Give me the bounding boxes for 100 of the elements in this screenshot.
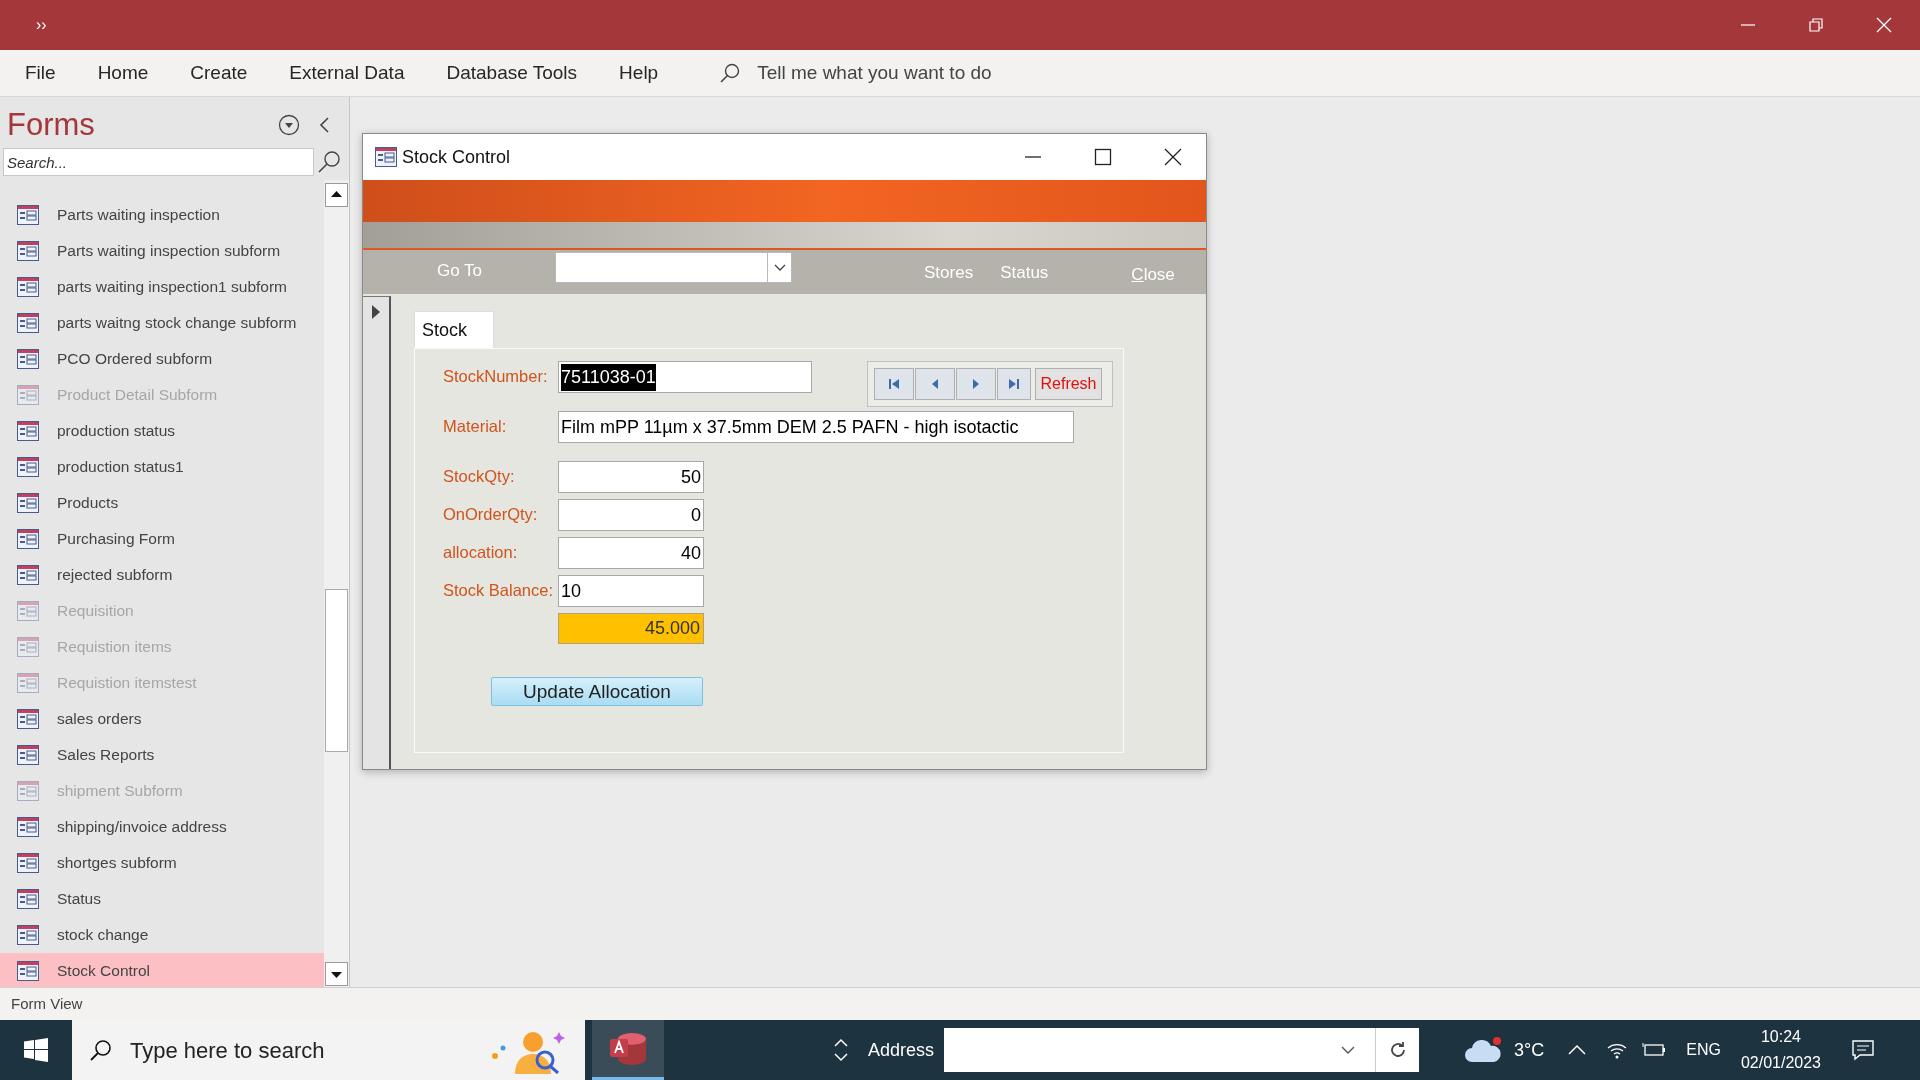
form-icon [17,817,39,837]
ribbon-tab[interactable]: External Data [268,50,426,96]
windows-logo-icon[interactable] [24,1038,48,1062]
form-icon [17,853,39,873]
field-label: allocation: [442,542,519,563]
dropdown-circle-icon[interactable] [278,114,300,136]
field-label: OnOrderQty: [442,504,539,525]
nav-item[interactable]: Parts waiting inspection subform [0,233,324,269]
record-selector[interactable] [363,296,391,769]
ribbon-tab[interactable]: Home [76,50,170,96]
form-icon [17,889,39,909]
last-record-icon [1006,376,1022,392]
chevron-up-icon[interactable] [1568,1044,1587,1056]
search-icon [90,1039,112,1061]
record-nav-button[interactable] [915,368,955,400]
form-icon [17,277,39,297]
nav-item[interactable]: Purchasing Form [0,521,324,557]
maximize-icon[interactable] [1094,148,1112,166]
form-icon [17,313,39,333]
field-label: StockNumber: [442,366,549,387]
address-field[interactable] [944,1028,1420,1072]
form-icon [17,493,39,513]
first-record-icon [886,376,902,392]
form-tab[interactable]: Stock [414,311,494,348]
form-icon [17,241,39,261]
search-icon [719,62,742,84]
search-field[interactable]: Search... [3,148,314,176]
nav-item[interactable]: production status [0,413,324,449]
nav-item[interactable]: Products [0,485,324,521]
nav-item[interactable]: sales orders [0,701,324,737]
form-icon [375,147,397,167]
form-icon [17,457,39,477]
chevron-down-icon [773,263,786,272]
close-icon[interactable] [1164,148,1182,166]
ribbon-tab[interactable]: Help [598,50,680,96]
restore-icon[interactable] [1808,17,1824,33]
form-icon [17,421,39,441]
form-icon [17,601,39,621]
pane-title: Forms [7,105,96,144]
quick-access-toggle[interactable]: ›› [36,13,47,37]
nav-item[interactable]: Sales Reports [0,737,324,773]
nav-item[interactable]: shipping/invoice address [0,809,324,845]
update-allocation-button[interactable]: Update Allocation [491,677,703,706]
form-icon [17,349,39,369]
field-input[interactable]: 50 [558,461,704,493]
form-icon [17,745,39,765]
taskbar-search-field[interactable]: Type here to search [72,1020,585,1080]
play-icon [372,305,380,319]
form-icon [17,961,39,981]
nav-item[interactable]: parts waiting inspection1 subform [0,269,324,305]
address-label: Address [868,1038,935,1062]
status-text: Form View [11,993,83,1014]
nav-item[interactable]: production status1 [0,449,324,485]
nav-item[interactable]: Status [0,881,324,917]
scroll-down-icon[interactable] [325,962,348,986]
form-icon [17,385,39,405]
form-icon [17,709,39,729]
tell-me-field[interactable]: Tell me what you want to do [719,58,992,88]
chevron-down-icon[interactable] [1341,1045,1356,1055]
nav-item[interactable]: rejected subform [0,557,324,593]
nav-item[interactable]: stock change [0,917,324,953]
nav-item[interactable]: shortges subform [0,845,324,881]
field-label: StockQty: [442,466,516,487]
temperature[interactable]: 3°C [1514,1036,1545,1064]
scroll-up-icon[interactable] [325,183,348,207]
ribbon-tab[interactable]: Create [169,50,269,96]
scrollbar[interactable] [324,180,349,987]
form-icon [17,205,39,225]
ribbon-tab[interactable]: Database Tools [425,50,599,96]
language-indicator[interactable]: ENG [1686,1038,1721,1062]
nav-item[interactable]: Stock Control [0,953,324,987]
field-input[interactable]: 0 [558,499,704,531]
nav-item[interactable]: PCO Ordered subform [0,341,324,377]
field-input[interactable]: 7511038-01 [558,361,812,393]
nav-item[interactable]: Parts waiting inspection [0,197,324,233]
record-nav-button[interactable] [956,368,996,400]
collapse-icon[interactable] [318,116,330,134]
chevron-up-icon[interactable] [834,1038,848,1047]
form-icon [17,529,39,549]
scroll-thumb[interactable] [325,589,348,752]
computed-value: 45.000 [558,613,704,644]
battery-icon[interactable] [1642,1042,1667,1058]
record-nav-button[interactable] [874,368,914,400]
notifications-icon[interactable] [1851,1039,1875,1061]
clock[interactable]: 10:24 02/01/2023 [1740,1024,1821,1076]
field-input[interactable]: Film mPP 11µm x 37.5mm DEM 2.5 PAFN - high isotactic [558,411,1074,443]
field-label: Material: [442,416,508,437]
form-icon [17,673,39,693]
ribbon-tab[interactable]: File [0,50,77,96]
record-nav-button[interactable] [997,368,1031,400]
database-app-icon [608,1030,648,1067]
nav-item[interactable]: parts waitng stock change subform [0,305,324,341]
search-icon[interactable] [316,149,342,175]
taskbar-app[interactable] [592,1020,664,1080]
form-icon [17,565,39,585]
field-input[interactable]: 40 [558,537,704,569]
window-title: Stock Control [402,145,512,169]
refresh-button[interactable]: Refresh [1035,368,1102,400]
field-label: Stock Balance: [442,580,555,601]
field-input[interactable]: 10 [558,575,704,607]
